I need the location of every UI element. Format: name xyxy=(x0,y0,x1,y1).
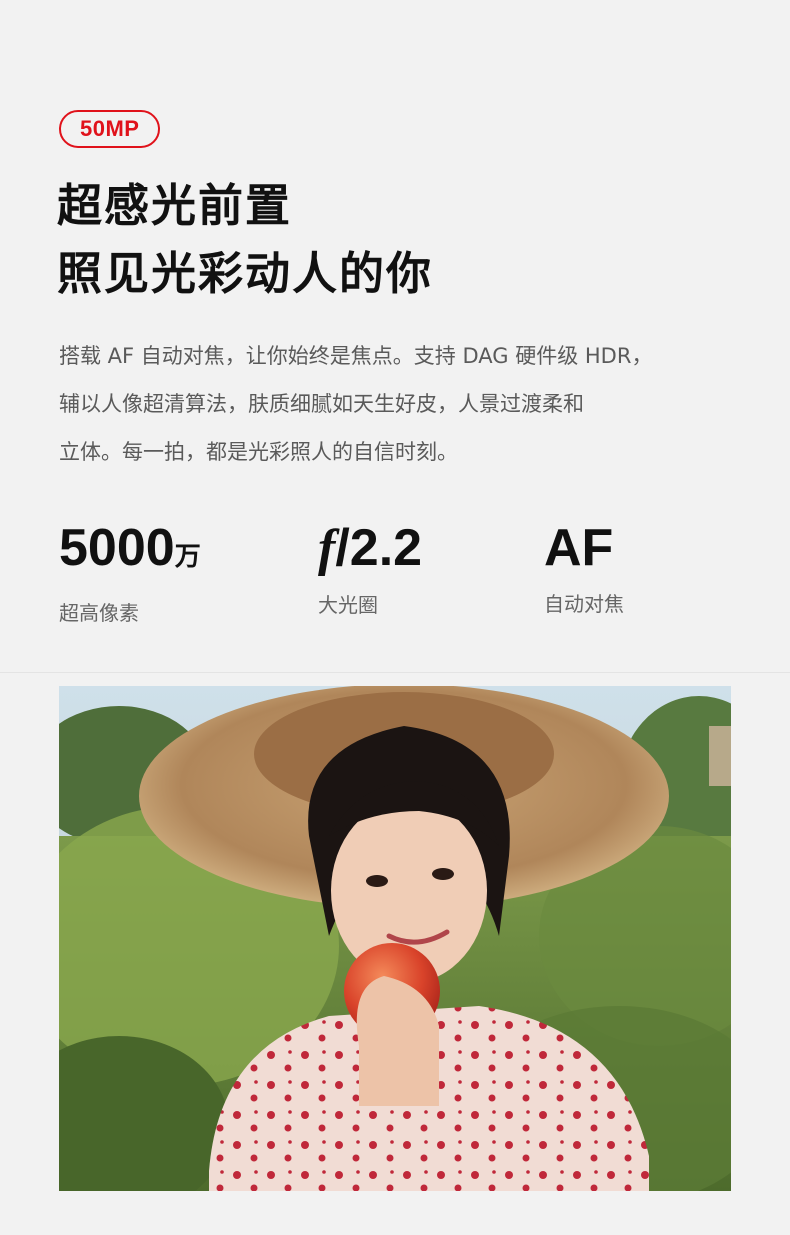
spec-label: 大光圈 xyxy=(318,593,378,617)
spec-value: 5000万 xyxy=(59,518,201,587)
description-line-1: 搭载 AF 自动对焦，让你始终是焦点。支持 DAG 硬件级 HDR， xyxy=(59,344,653,368)
spec-label: 超高像素 xyxy=(59,601,139,625)
spec-unit: 万 xyxy=(174,542,201,572)
spec-autofocus: AF 自动对焦 xyxy=(544,518,624,617)
portrait-illustration xyxy=(59,686,731,1191)
headline-line-1: 超感光前置 xyxy=(57,179,293,232)
spec-aperture: f/2.2 大光圈 xyxy=(318,518,422,618)
description-line-3: 立体。每一拍，都是光彩照人的自信时刻。 xyxy=(59,440,458,464)
spec-number: /2.2 xyxy=(335,519,423,577)
sample-portrait-photo xyxy=(59,686,731,1191)
spec-value: AF xyxy=(544,519,614,577)
aperture-f-symbol: f xyxy=(318,520,336,577)
section-divider xyxy=(0,672,790,673)
description-line-2: 辅以人像超清算法，肤质细腻如天生好皮，人景过渡柔和 xyxy=(59,392,584,416)
feature-description: 搭载 AF 自动对焦，让你始终是焦点。支持 DAG 硬件级 HDR， 辅以人像超… xyxy=(59,332,739,476)
spec-megapixels: 5000万 超高像素 xyxy=(59,518,201,626)
spec-row: 5000万 超高像素 f/2.2 大光圈 AF 自动对焦 xyxy=(0,518,790,628)
resolution-badge: 50MP xyxy=(59,110,161,148)
product-feature-page: 50MP 超感光前置 照见光彩动人的你 搭载 AF 自动对焦，让你始终是焦点。支… xyxy=(0,0,790,1235)
spec-value: f/2.2 xyxy=(318,518,422,579)
spec-label: 自动对焦 xyxy=(544,592,624,616)
feature-headline: 超感光前置 照见光彩动人的你 xyxy=(57,172,433,308)
headline-line-2: 照见光彩动人的你 xyxy=(57,247,434,300)
spec-number: 5000 xyxy=(59,519,175,577)
